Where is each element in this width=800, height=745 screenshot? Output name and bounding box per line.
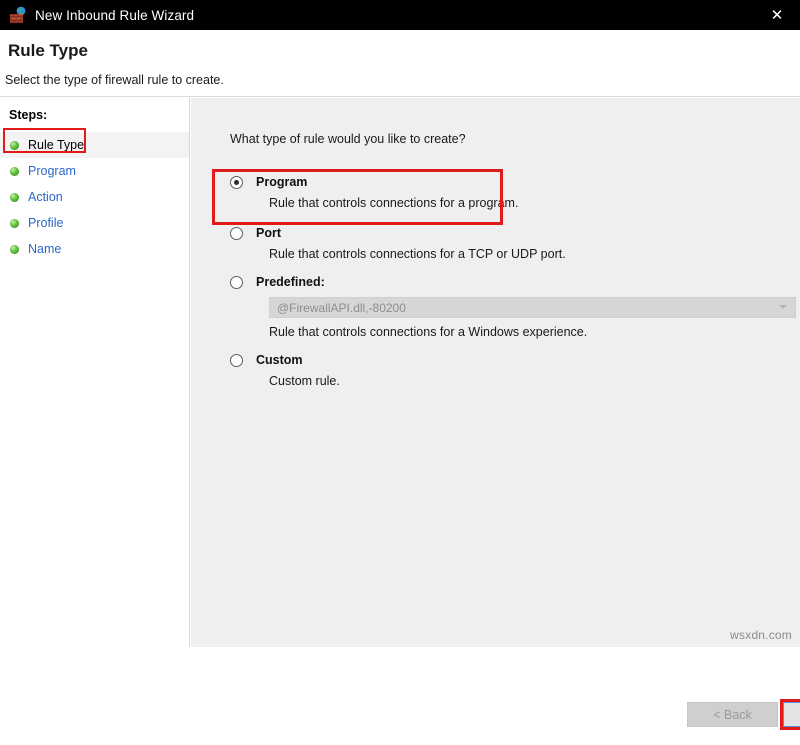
- content-panel: What type of rule would you like to crea…: [191, 98, 800, 647]
- option-description: Rule that controls connections for a TCP…: [269, 247, 782, 261]
- option-title: Predefined:: [256, 275, 325, 289]
- step-bullet-icon: [10, 193, 19, 202]
- spacer: [212, 210, 782, 226]
- rule-type-question: What type of rule would you like to crea…: [230, 132, 466, 146]
- window-title: New Inbound Rule Wizard: [35, 8, 194, 23]
- option-title: Custom: [256, 353, 303, 367]
- sidebar-item-name[interactable]: Name: [0, 236, 189, 262]
- option-description: Rule that controls connections for a pro…: [269, 196, 782, 210]
- steps-sidebar: Steps: Rule Type Program Action Profile: [0, 98, 190, 647]
- step-bullet-icon: [10, 167, 19, 176]
- sidebar-item-rule-type[interactable]: Rule Type: [0, 132, 189, 158]
- sidebar-item-action[interactable]: Action: [0, 184, 189, 210]
- steps-list: Rule Type Program Action Profile Name: [0, 132, 189, 262]
- wizard-header: Rule Type Select the type of firewall ru…: [0, 30, 800, 97]
- predefined-dropdown[interactable]: @FirewallAPI.dll,-80200: [269, 297, 796, 318]
- step-bullet-icon: [10, 219, 19, 228]
- radio-port[interactable]: [230, 227, 243, 240]
- option-port[interactable]: Port Rule that controls connections for …: [212, 226, 782, 261]
- option-title: Port: [256, 226, 281, 240]
- radio-custom[interactable]: [230, 354, 243, 367]
- radio-program[interactable]: [230, 176, 243, 189]
- wizard-window: New Inbound Rule Wizard ✕ Rule Type Sele…: [0, 0, 800, 647]
- watermark: wsxdn.com: [730, 628, 792, 642]
- rule-type-options: Program Rule that controls connections f…: [212, 175, 782, 388]
- step-bullet-icon: [10, 245, 19, 254]
- option-custom[interactable]: Custom Custom rule.: [212, 353, 782, 388]
- radio-predefined[interactable]: [230, 276, 243, 289]
- spacer: [212, 339, 782, 353]
- sidebar-item-label: Rule Type: [28, 138, 84, 152]
- option-description: Custom rule.: [269, 374, 782, 388]
- option-predefined[interactable]: Predefined: @FirewallAPI.dll,-80200 Rule…: [212, 275, 782, 339]
- option-title: Program: [256, 175, 307, 189]
- sidebar-item-label: Name: [28, 242, 61, 256]
- close-icon[interactable]: ✕: [754, 0, 800, 30]
- page-subtitle: Select the type of firewall rule to crea…: [5, 73, 224, 87]
- sidebar-item-profile[interactable]: Profile: [0, 210, 189, 236]
- step-bullet-icon: [10, 141, 19, 150]
- spacer: [212, 261, 782, 275]
- sidebar-item-label: Action: [28, 190, 63, 204]
- predefined-dropdown-value: @FirewallAPI.dll,-80200: [277, 301, 406, 315]
- next-button[interactable]: Next >: [783, 702, 800, 727]
- title-bar: New Inbound Rule Wizard ✕: [0, 0, 800, 30]
- page-title: Rule Type: [8, 41, 88, 61]
- steps-heading: Steps:: [9, 108, 47, 122]
- option-description: Rule that controls connections for a Win…: [269, 325, 782, 339]
- sidebar-item-label: Profile: [28, 216, 63, 230]
- sidebar-item-label: Program: [28, 164, 76, 178]
- sidebar-item-program[interactable]: Program: [0, 158, 189, 184]
- back-button[interactable]: < Back: [687, 702, 778, 727]
- option-program[interactable]: Program Rule that controls connections f…: [212, 175, 782, 210]
- chevron-down-icon: [779, 305, 787, 309]
- firewall-globe-icon: [9, 6, 27, 24]
